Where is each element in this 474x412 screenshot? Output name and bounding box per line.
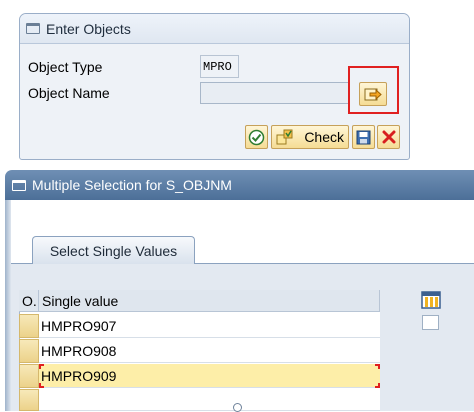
row-selector[interactable] bbox=[19, 339, 39, 363]
continue-button[interactable] bbox=[245, 125, 268, 149]
row-selector[interactable] bbox=[19, 314, 39, 338]
enter-objects-title-bar: Enter Objects bbox=[20, 14, 409, 44]
save-button[interactable] bbox=[352, 125, 375, 149]
row-selector[interactable] bbox=[19, 364, 39, 388]
object-type-field: MPRO bbox=[200, 55, 239, 78]
multiple-selection-title-bar: Multiple Selection for S_OBJNM bbox=[5, 170, 474, 200]
cancel-icon bbox=[382, 130, 395, 144]
object-name-label: Object Name bbox=[28, 85, 110, 101]
save-icon bbox=[356, 130, 371, 144]
check-button[interactable]: Check bbox=[271, 125, 349, 149]
enter-objects-title: Enter Objects bbox=[46, 20, 131, 37]
cancel-button[interactable] bbox=[377, 125, 400, 149]
check-icon bbox=[276, 129, 293, 145]
table-settings-icon[interactable] bbox=[421, 291, 441, 309]
tab-select-single-values[interactable]: Select Single Values bbox=[32, 236, 195, 264]
navigate-arrow-icon bbox=[364, 88, 382, 101]
object-type-label: Object Type bbox=[28, 59, 103, 75]
row-selector[interactable] bbox=[19, 389, 39, 411]
table-row-value[interactable]: HMPRO907 bbox=[39, 314, 380, 338]
window-icon bbox=[12, 179, 26, 191]
annotation-corner bbox=[375, 364, 380, 369]
table-row-value-highlighted[interactable]: HMPRO909 bbox=[39, 364, 380, 388]
vertical-scrollbar[interactable] bbox=[422, 315, 439, 330]
window-icon bbox=[26, 23, 40, 34]
annotation-corner bbox=[39, 364, 44, 369]
annotation-corner bbox=[375, 383, 380, 388]
column-header-selection[interactable]: O. bbox=[19, 290, 39, 312]
multiple-selection-button[interactable] bbox=[359, 82, 387, 106]
object-name-input[interactable] bbox=[200, 82, 350, 104]
enter-objects-dialog: Enter Objects Object Type MPRO Object Na… bbox=[19, 13, 410, 160]
check-button-label: Check bbox=[304, 129, 344, 145]
multiple-selection-title: Multiple Selection for S_OBJNM bbox=[32, 177, 232, 193]
table-row-value[interactable]: HMPRO908 bbox=[39, 339, 380, 363]
continue-icon bbox=[248, 129, 265, 145]
annotation-corner bbox=[39, 383, 44, 388]
column-header-single-value[interactable]: Single value bbox=[39, 290, 380, 312]
table-row-value[interactable] bbox=[39, 389, 380, 411]
